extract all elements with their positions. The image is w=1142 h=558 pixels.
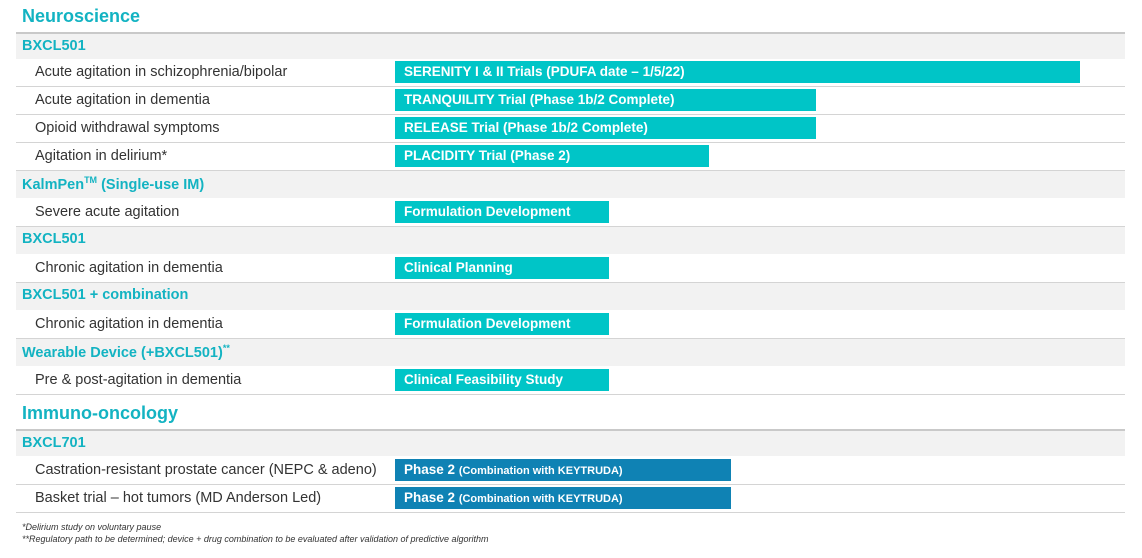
status-label: Clinical Feasibility Study xyxy=(404,372,564,387)
table-row: Basket trial – hot tumors (MD Anderson L… xyxy=(16,485,1125,513)
group-label: BXCL501 xyxy=(22,38,86,54)
table-row: Severe acute agitation Formulation Devel… xyxy=(16,199,1125,227)
status-bar: TRANQUILITY Trial (Phase 1b/2 Complete) xyxy=(395,89,816,111)
group-label: BXCL501 xyxy=(22,231,86,247)
indication-label: Acute agitation in dementia xyxy=(35,92,210,108)
footnote: *Delirium study on voluntary pause xyxy=(22,522,162,532)
status-bar: SERENITY I & II Trials (PDUFA date – 1/5… xyxy=(395,61,1080,83)
table-row: Acute agitation in dementia TRANQUILITY … xyxy=(16,87,1125,115)
section-title-neuroscience: Neuroscience xyxy=(22,6,141,26)
group-label: BXCL701 xyxy=(22,435,86,451)
table-row: Opioid withdrawal symptoms RELEASE Trial… xyxy=(16,115,1125,143)
table-row: Castration-resistant prostate cancer (NE… xyxy=(16,457,1125,485)
status-label: Formulation Development xyxy=(404,204,571,219)
group-label: KalmPenTM (Single-use IM) xyxy=(22,175,205,193)
status-note: (Combination with KEYTRUDA) xyxy=(458,465,623,477)
trademark-sup: TM xyxy=(84,175,98,185)
group-label: Wearable Device (+BXCL501)** xyxy=(22,343,230,361)
group-header: BXCL701 xyxy=(16,429,1125,456)
status-bar: Clinical Planning xyxy=(395,257,609,279)
status-bar: PLACIDITY Trial (Phase 2) xyxy=(395,145,709,167)
indication-label: Chronic agitation in dementia xyxy=(35,260,223,276)
group-header: BXCL501 + combination xyxy=(16,283,1125,310)
indication-label: Severe acute agitation xyxy=(35,204,180,220)
table-row: Pre & post-agitation in dementia Clinica… xyxy=(16,367,1125,395)
indication-label: Castration-resistant prostate cancer (NE… xyxy=(35,462,377,478)
status-label: Clinical Planning xyxy=(404,260,513,275)
status-bar: RELEASE Trial (Phase 1b/2 Complete) xyxy=(395,117,816,139)
status-label: PLACIDITY Trial (Phase 2) xyxy=(404,148,571,163)
status-bar: Phase 2 (Combination with KEYTRUDA) xyxy=(395,487,731,509)
indication-label: Basket trial – hot tumors (MD Anderson L… xyxy=(35,490,322,506)
status-label: SERENITY I & II Trials (PDUFA date – 1/5… xyxy=(404,64,685,79)
indication-label: Agitation in delirium* xyxy=(35,148,168,164)
status-bar: Phase 2 (Combination with KEYTRUDA) xyxy=(395,459,731,481)
table-row: Agitation in delirium* PLACIDITY Trial (… xyxy=(16,143,1125,171)
table-row: Acute agitation in schizophrenia/bipolar… xyxy=(16,59,1125,87)
group-header: Wearable Device (+BXCL501)** xyxy=(16,339,1125,366)
table-row: Chronic agitation in dementia Clinical P… xyxy=(16,255,1125,283)
indication-label: Chronic agitation in dementia xyxy=(35,316,223,332)
status-label: Phase 2 xyxy=(404,462,456,477)
indication-label: Opioid withdrawal symptoms xyxy=(35,120,220,136)
status-note: (Combination with KEYTRUDA) xyxy=(458,493,623,505)
status-label: TRANQUILITY Trial (Phase 1b/2 Complete) xyxy=(404,92,675,107)
indication-label: Pre & post-agitation in dementia xyxy=(35,372,242,388)
group-header: KalmPenTM (Single-use IM) xyxy=(16,171,1125,198)
status-label: RELEASE Trial (Phase 1b/2 Complete) xyxy=(404,120,648,135)
section-title-immuno-oncology: Immuno-oncology xyxy=(22,403,178,423)
table-row: Chronic agitation in dementia Formulatio… xyxy=(16,311,1125,339)
group-label: BXCL501 + combination xyxy=(22,287,189,303)
status-label: Phase 2 xyxy=(404,490,456,505)
status-bar: Formulation Development xyxy=(395,313,609,335)
status-label: Formulation Development xyxy=(404,316,571,331)
group-header: BXCL501 xyxy=(16,227,1125,254)
footnote-marker: ** xyxy=(222,343,230,353)
status-bar: Formulation Development xyxy=(395,201,609,223)
status-bar: Clinical Feasibility Study xyxy=(395,369,609,391)
footnote: **Regulatory path to be determined; devi… xyxy=(22,534,489,544)
group-header: BXCL501 xyxy=(16,32,1125,59)
indication-label: Acute agitation in schizophrenia/bipolar xyxy=(35,64,288,80)
